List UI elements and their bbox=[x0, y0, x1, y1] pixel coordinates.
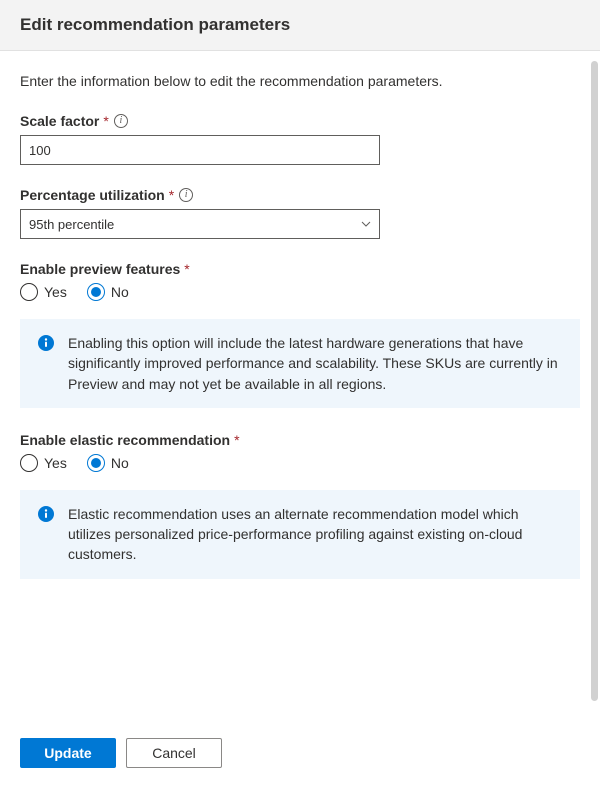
panel-footer: Update Cancel bbox=[0, 724, 600, 796]
edit-recommendation-panel: Edit recommendation parameters Enter the… bbox=[0, 0, 600, 796]
scrollbar[interactable] bbox=[591, 61, 598, 701]
panel-header: Edit recommendation parameters bbox=[0, 0, 600, 51]
field-scale-factor: Scale factor * i bbox=[20, 113, 580, 165]
scale-factor-label: Scale factor bbox=[20, 113, 99, 129]
enable-elastic-info-box: Elastic recommendation uses an alternate… bbox=[20, 490, 580, 579]
radio-icon bbox=[20, 283, 38, 301]
info-badge-icon bbox=[38, 335, 54, 351]
enable-preview-label-row: Enable preview features * bbox=[20, 261, 580, 277]
scale-factor-input[interactable] bbox=[20, 135, 380, 165]
enable-elastic-yes[interactable]: Yes bbox=[20, 454, 67, 472]
info-icon[interactable]: i bbox=[114, 114, 128, 128]
radio-icon bbox=[87, 283, 105, 301]
enable-elastic-no[interactable]: No bbox=[87, 454, 129, 472]
enable-elastic-label: Enable elastic recommendation bbox=[20, 432, 230, 448]
enable-preview-info-text: Enabling this option will include the la… bbox=[68, 333, 562, 394]
panel-title: Edit recommendation parameters bbox=[20, 15, 580, 35]
radio-label-no: No bbox=[111, 284, 129, 300]
enable-preview-info-box: Enabling this option will include the la… bbox=[20, 319, 580, 408]
cancel-button[interactable]: Cancel bbox=[126, 738, 222, 768]
panel-content: Enter the information below to edit the … bbox=[0, 51, 600, 724]
percentage-utilization-label-row: Percentage utilization * i bbox=[20, 187, 580, 203]
content-wrap: Enter the information below to edit the … bbox=[0, 51, 600, 724]
radio-icon bbox=[87, 454, 105, 472]
enable-elastic-label-row: Enable elastic recommendation * bbox=[20, 432, 580, 448]
scale-factor-label-row: Scale factor * i bbox=[20, 113, 580, 129]
info-icon[interactable]: i bbox=[179, 188, 193, 202]
enable-preview-radio-group: Yes No bbox=[20, 283, 580, 301]
radio-label-yes: Yes bbox=[44, 455, 67, 471]
percentage-utilization-value: 95th percentile bbox=[29, 217, 114, 232]
enable-preview-label: Enable preview features bbox=[20, 261, 180, 277]
enable-preview-no[interactable]: No bbox=[87, 283, 129, 301]
enable-elastic-info-text: Elastic recommendation uses an alternate… bbox=[68, 504, 562, 565]
intro-text: Enter the information below to edit the … bbox=[20, 73, 580, 89]
required-marker: * bbox=[103, 113, 108, 129]
percentage-utilization-select[interactable]: 95th percentile bbox=[20, 209, 380, 239]
radio-label-yes: Yes bbox=[44, 284, 67, 300]
required-marker: * bbox=[234, 432, 239, 448]
enable-elastic-radio-group: Yes No bbox=[20, 454, 580, 472]
field-enable-elastic: Enable elastic recommendation * Yes bbox=[20, 432, 580, 472]
info-badge-icon bbox=[38, 506, 54, 522]
field-percentage-utilization: Percentage utilization * i 95th percenti… bbox=[20, 187, 580, 239]
update-button[interactable]: Update bbox=[20, 738, 116, 768]
radio-label-no: No bbox=[111, 455, 129, 471]
required-marker: * bbox=[184, 261, 189, 277]
field-enable-preview: Enable preview features * Yes No bbox=[20, 261, 580, 301]
required-marker: * bbox=[169, 187, 174, 203]
enable-preview-yes[interactable]: Yes bbox=[20, 283, 67, 301]
percentage-utilization-select-wrap: 95th percentile bbox=[20, 209, 380, 239]
percentage-utilization-label: Percentage utilization bbox=[20, 187, 165, 203]
radio-icon bbox=[20, 454, 38, 472]
